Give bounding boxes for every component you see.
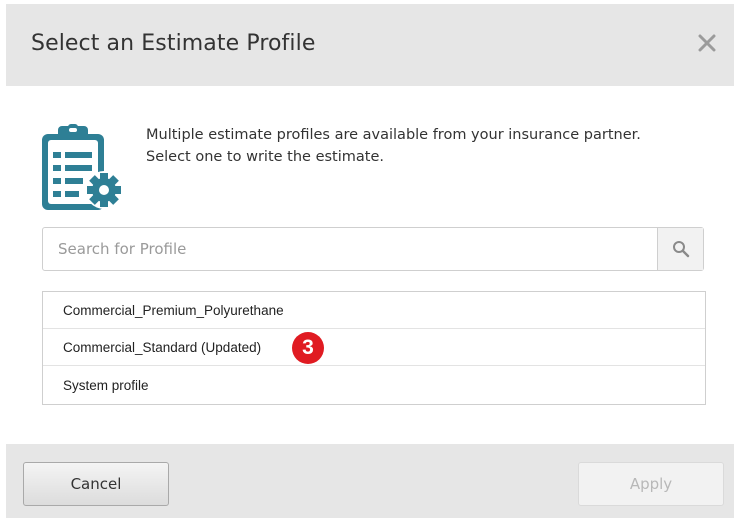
step-number-badge: 3 <box>292 332 324 364</box>
dialog-header: Select an Estimate Profile <box>6 4 734 86</box>
search-button[interactable] <box>657 228 703 270</box>
profile-item-commercial-standard-updated[interactable]: Commercial_Standard (Updated) <box>43 329 705 366</box>
profile-label: Commercial_Premium_Polyurethane <box>63 302 284 318</box>
profile-list: Commercial_Premium_Polyurethane Commerci… <box>42 291 706 405</box>
dialog-title: Select an Estimate Profile <box>31 31 316 56</box>
apply-button[interactable]: Apply <box>578 462 724 506</box>
profile-label: System profile <box>63 377 149 393</box>
close-button[interactable] <box>694 30 720 56</box>
search-icon <box>672 241 689 258</box>
profile-search <box>42 227 704 271</box>
cancel-button[interactable]: Cancel <box>23 462 169 506</box>
close-icon <box>698 34 716 52</box>
estimate-profile-dialog: Select an Estimate Profile Multiple esti… <box>0 0 734 518</box>
clipboard-gear-icon <box>38 122 130 214</box>
dialog-footer: Cancel Apply <box>6 444 734 518</box>
intro-message: Multiple estimate profiles are available… <box>146 124 716 168</box>
profile-label: Commercial_Standard (Updated) <box>63 339 262 355</box>
profile-item-commercial-premium-polyurethane[interactable]: Commercial_Premium_Polyurethane <box>43 292 705 329</box>
profile-item-system-profile[interactable]: System profile <box>43 366 705 404</box>
search-input[interactable] <box>43 228 659 270</box>
intro-line-1: Multiple estimate profiles are available… <box>146 127 641 143</box>
intro-line-2: Select one to write the estimate. <box>146 149 384 165</box>
